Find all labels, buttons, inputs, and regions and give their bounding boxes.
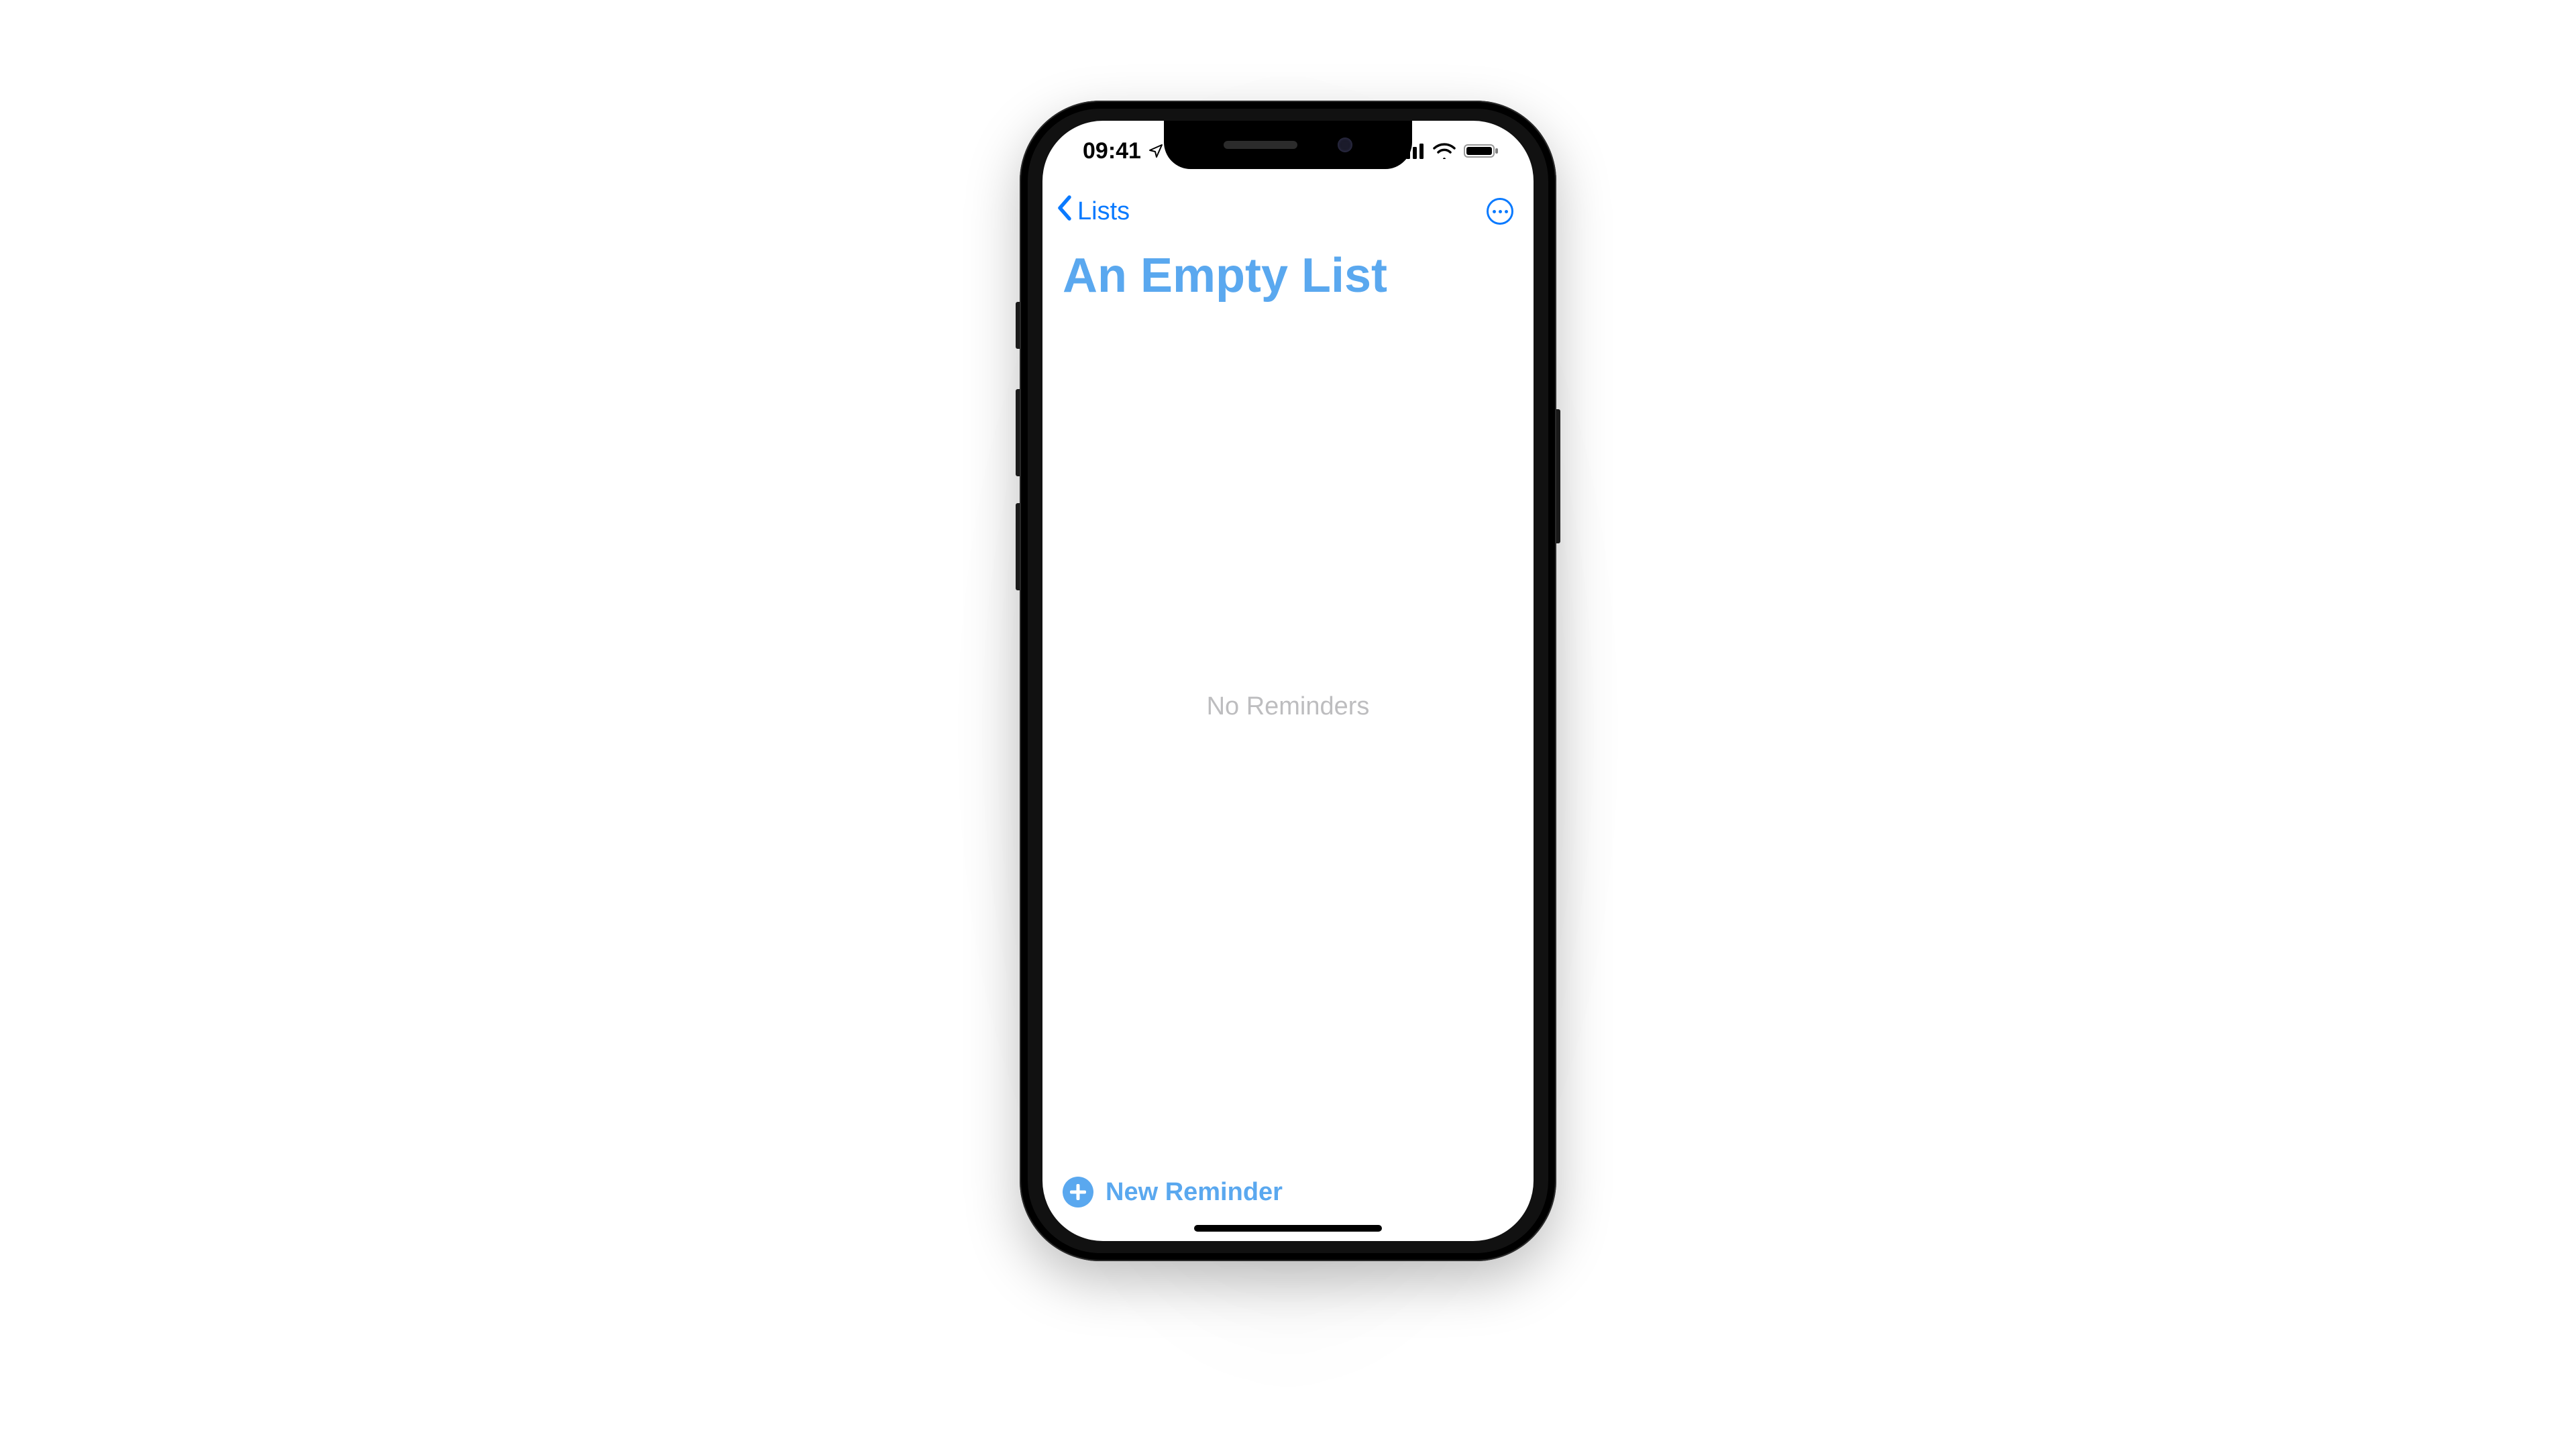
iphone-device-frame: 09:41 — [1020, 101, 1556, 1261]
new-reminder-button[interactable]: New Reminder — [1063, 1177, 1513, 1208]
wifi-icon — [1433, 143, 1456, 159]
silence-switch — [1016, 302, 1020, 349]
navigation-bar: Lists — [1042, 181, 1534, 241]
battery-icon — [1464, 143, 1500, 159]
home-indicator[interactable] — [1194, 1225, 1382, 1232]
volume-up-button — [1016, 389, 1020, 476]
speaker-grille — [1224, 141, 1297, 149]
page-title: An Empty List — [1042, 241, 1534, 303]
screen: 09:41 — [1042, 121, 1534, 1241]
back-button[interactable]: Lists — [1056, 195, 1130, 228]
notch — [1164, 121, 1412, 169]
power-button — [1556, 409, 1560, 543]
chevron-left-icon — [1056, 195, 1073, 228]
more-options-button[interactable] — [1487, 198, 1513, 225]
front-camera — [1338, 138, 1352, 152]
reminders-list-area: No Reminders — [1042, 303, 1534, 1163]
back-label: Lists — [1077, 197, 1130, 226]
location-icon — [1148, 143, 1164, 159]
status-time: 09:41 — [1083, 138, 1141, 164]
volume-down-button — [1016, 503, 1020, 590]
new-reminder-label: New Reminder — [1106, 1178, 1283, 1207]
plus-circle-icon — [1063, 1177, 1093, 1208]
empty-state-message: No Reminders — [1207, 692, 1370, 721]
